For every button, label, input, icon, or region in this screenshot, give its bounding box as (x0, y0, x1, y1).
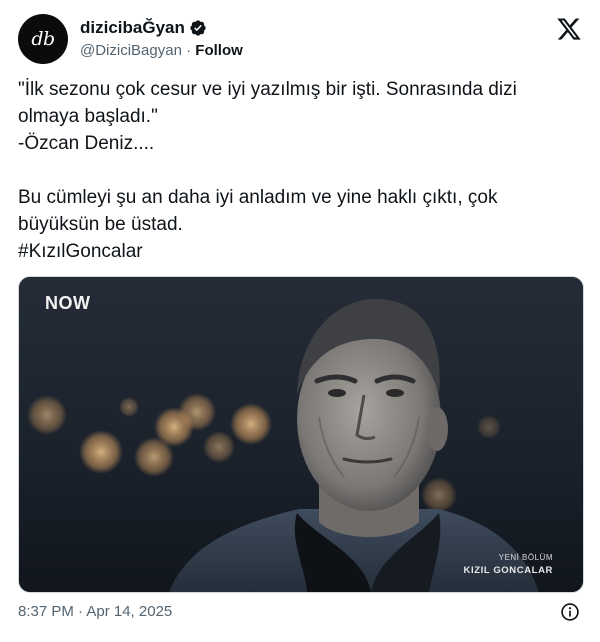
handle-row: @DiziciBagyan · Follow (80, 41, 243, 61)
tweet-header: db dizicibaĞyan @DiziciBagyan · Follow (18, 14, 582, 64)
tweet-text: "İlk sezonu çok cesur ve iyi yazılmış bi… (18, 76, 578, 265)
author-names: dizicibaĞyan @DiziciBagyan · Follow (80, 18, 243, 61)
scene-illustration (19, 277, 583, 592)
tweet-quote-line: "İlk sezonu çok cesur ve iyi yazılmış bi… (18, 79, 517, 127)
episode-caption: YENİ BÖLÜM KIZIL GONCALAR (464, 553, 554, 576)
caption-show-title: KIZIL GONCALAR (463, 565, 553, 576)
tweet-attribution-line: -Özcan Deniz.... (18, 133, 155, 154)
author-avatar[interactable]: db (18, 14, 68, 64)
x-logo-icon[interactable] (556, 16, 582, 42)
tweet-media-image[interactable]: NOW YENİ BÖLÜM KIZIL GONCALAR (18, 276, 584, 593)
follow-button[interactable]: Follow (195, 42, 243, 59)
tweet-timestamp[interactable]: 8:37 PM · Apr 14, 2025 (18, 603, 172, 620)
tweet-comment-line: Bu cümleyi şu an daha iyi anladım ve yin… (18, 187, 498, 235)
tweet-footer: 8:37 PM · Apr 14, 2025 (18, 601, 582, 623)
verified-badge-icon (190, 20, 206, 36)
author-display-name[interactable]: dizicibaĞyan (80, 18, 185, 38)
display-name-row: dizicibaĞyan (80, 18, 243, 38)
info-icon[interactable] (560, 602, 580, 622)
handle-separator: · (186, 42, 192, 59)
avatar-monogram: db (31, 28, 55, 50)
channel-logo: NOW (45, 293, 91, 313)
tweet-hashtag[interactable]: #KızılGoncalar (18, 238, 578, 265)
author-handle[interactable]: @DiziciBagyan (80, 42, 182, 59)
caption-new-episode: YENİ BÖLÜM (498, 553, 553, 562)
